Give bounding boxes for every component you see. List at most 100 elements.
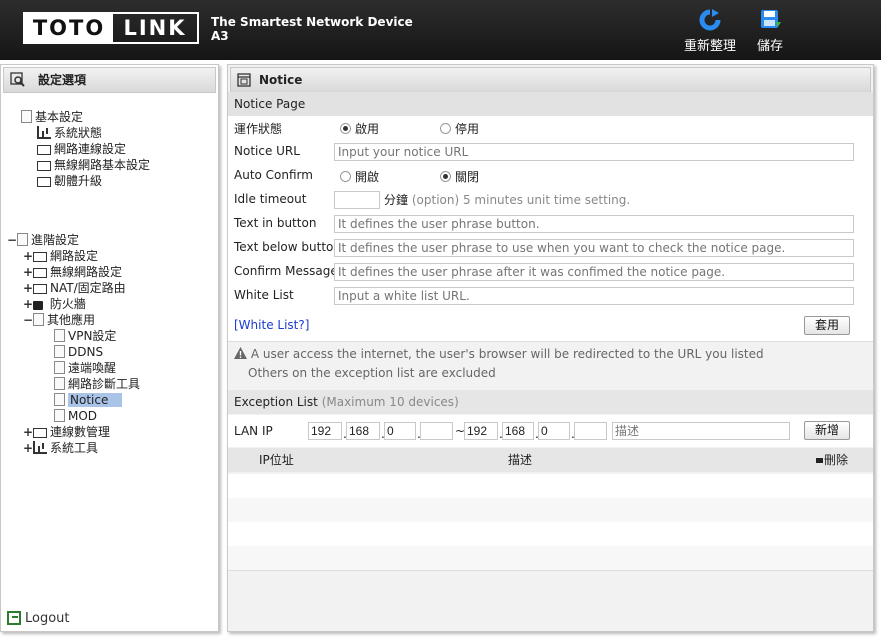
tree-mod[interactable]: MOD [54,409,97,423]
table-row [228,546,873,571]
end-ip-octet-4[interactable] [574,422,607,440]
warning-icon [234,347,247,359]
tree-system-status[interactable]: 系統狀態 [37,126,102,140]
tree-connection-management[interactable]: + 連線數管理 [23,425,110,439]
save-button[interactable]: 儲存 [757,9,783,54]
text-in-button-label: Text in button [234,216,317,230]
redirect-notice: A user access the internet, the user's b… [228,341,873,390]
confirm-message-input[interactable] [334,263,854,281]
refresh-button[interactable]: 重新整理 [684,9,736,54]
end-ip-octet-3[interactable] [538,422,570,440]
exception-description-input[interactable] [612,422,790,440]
main-header: Notice [230,67,871,93]
end-ip-octet-2[interactable] [502,422,534,440]
tools-icon [33,441,47,454]
monitor-icon [37,145,51,155]
idle-timeout-input[interactable] [334,191,380,209]
tree-firmware-upgrade[interactable]: 韌體升級 [37,174,102,188]
top-header: TOTO LINK The Smartest Network Device A3… [0,0,881,60]
status-disable-radio[interactable]: 停用 [440,120,479,137]
save-icon [761,10,781,28]
tree-label: 韌體升級 [54,174,103,188]
radio-label: 停用 [455,122,480,136]
tree-network-settings[interactable]: + 網路設定 [23,249,98,263]
folder-icon [33,313,44,326]
refresh-icon [699,9,721,31]
notice-url-input[interactable] [334,143,854,161]
start-ip-octet-3[interactable] [384,422,416,440]
table-row [228,474,873,498]
tree-firewall[interactable]: + 防火牆 [23,297,86,311]
tree-advanced-settings[interactable]: − 進階設定 [7,233,79,247]
radio-label: 關閉 [455,170,480,184]
tree-ddns[interactable]: DDNS [54,345,103,359]
idle-timeout-unit: 分鐘 [384,193,409,207]
tree-label: NAT/固定路由 [50,281,126,295]
logout-button[interactable]: Logout [7,611,70,626]
end-ip-octet-1[interactable] [464,422,498,440]
tree-label: 進階設定 [31,233,80,247]
tree-notice[interactable]: Notice [54,393,123,407]
upgrade-icon [37,177,51,187]
folder-icon [17,233,28,246]
tree-wireless-basic[interactable]: 無線網路基本設定 [37,158,150,172]
auto-confirm-on-radio[interactable]: 開啟 [340,168,379,185]
text-below-button-input[interactable] [334,239,854,257]
exception-subtitle: (Maximum 10 devices) [321,395,459,409]
start-ip-octet-1[interactable] [308,422,342,440]
tree-label: 網路連線設定 [54,142,127,156]
tree-label: 其他應用 [47,313,96,327]
wifi-icon [37,161,51,171]
exception-table-header: IP位址 描述 刪除 [228,448,873,472]
white-list-help-link[interactable]: [White List?] [234,318,309,332]
sidebar: 設定選項 基本設定 系統狀態 網路連線設定 無線網路基本設定 韌體升級 − 進階設… [0,64,219,632]
tree-label: 基本設定 [35,110,84,124]
tree-label: DDNS [68,345,104,359]
radio-dot-icon [440,171,451,182]
tree-label-selected: Notice [68,393,123,407]
auto-confirm-off-radio[interactable]: 關閉 [440,168,479,185]
tree-label: MOD [68,409,98,423]
idle-timeout-label: Idle timeout [234,192,307,206]
exception-header: Exception List (Maximum 10 devices) [228,390,873,414]
add-exception-button[interactable]: 新增 [804,421,850,440]
text-in-button-input[interactable] [334,215,854,233]
page-icon [237,73,251,87]
column-description: 描述 [508,453,533,467]
confirm-message-label: Confirm Message [234,264,338,278]
start-ip-octet-2[interactable] [346,422,380,440]
header-tagline: The Smartest Network Device A3 [211,15,413,43]
model-name: A3 [211,29,229,43]
logout-icon [7,611,21,625]
tree-nat-routing[interactable]: + NAT/固定路由 [23,281,126,295]
notice-url-label: Notice URL [234,144,300,158]
tree-label: 連線數管理 [50,425,111,439]
page-icon [54,377,65,390]
apply-button[interactable]: 套用 [804,316,850,335]
tree-system-tools[interactable]: + 系統工具 [23,441,98,455]
auto-confirm-label: Auto Confirm [234,168,313,182]
status-enable-radio[interactable]: 啟用 [340,120,379,137]
network-icon [33,252,47,262]
section-header: Notice Page [228,92,873,116]
tree-diagnostic-tools[interactable]: 網路診斷工具 [54,377,140,391]
tree-internet-setup[interactable]: 網路連線設定 [37,142,126,156]
delete-all-button[interactable]: 刪除 [816,448,848,472]
tree-other-apps[interactable]: − 其他應用 [23,313,95,327]
page-icon [54,329,65,342]
wifi-icon [33,268,47,278]
white-list-input[interactable] [334,287,854,305]
tree-vpn[interactable]: VPN設定 [54,329,116,343]
tree-wireless-settings[interactable]: + 無線網路設定 [23,265,122,279]
start-ip-octet-4[interactable] [420,422,453,440]
lan-ip-label: LAN IP [234,424,273,438]
router-icon [33,284,47,294]
folder-icon [21,110,32,123]
chart-icon [37,126,51,139]
collapse-icon: − [7,233,18,247]
brand-logo: TOTO LINK [23,12,199,44]
tree-label: 遠端喚醒 [68,361,117,375]
tree-basic-settings[interactable]: 基本設定 [21,110,83,124]
refresh-label: 重新整理 [684,39,737,54]
tree-wake-on-lan[interactable]: 遠端喚醒 [54,361,116,375]
